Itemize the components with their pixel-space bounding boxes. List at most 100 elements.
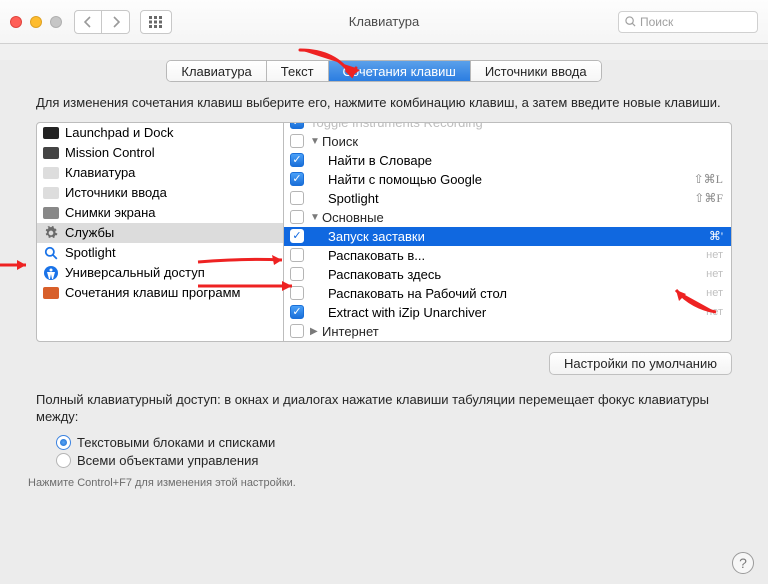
category-keyboard[interactable]: Клавиатура	[37, 163, 283, 183]
service-item[interactable]: Найти с помощью Google ⇧⌘L	[284, 170, 731, 189]
search-icon	[625, 16, 636, 27]
tab-1[interactable]: Текст	[267, 61, 329, 81]
service-item[interactable]: Распаковать на Рабочий столнет	[284, 284, 731, 303]
category-label: Источники ввода	[65, 185, 167, 200]
radio-label: Текстовыми блоками и списками	[77, 435, 275, 450]
search-field[interactable]: Поиск	[618, 11, 758, 33]
gear-icon	[43, 225, 59, 241]
service-checkbox[interactable]	[290, 229, 304, 243]
category-label: Клавиатура	[65, 165, 135, 180]
category-spotlight[interactable]: Spotlight	[37, 243, 283, 263]
service-checkbox[interactable]	[290, 248, 304, 262]
shortcut-label[interactable]: ⇧⌘L	[694, 172, 723, 187]
shortcut-label[interactable]: ⇧⌘F	[694, 191, 723, 206]
service-item[interactable]: Найти в Словаре	[284, 151, 731, 170]
category-app[interactable]: Сочетания клавиш программ	[37, 283, 283, 303]
shortcut-none[interactable]: нет	[706, 249, 723, 261]
service-checkbox[interactable]	[290, 267, 304, 281]
back-button[interactable]	[74, 10, 102, 34]
instructions-label: Для изменения сочетания клавиш выберите …	[0, 94, 768, 122]
shortcut-none[interactable]: нет	[706, 287, 723, 299]
chevron-right-icon	[112, 16, 120, 28]
minimize-window-button[interactable]	[30, 16, 42, 28]
shortcut-none[interactable]: нет	[706, 306, 723, 318]
service-item[interactable]: Spotlight ⇧⌘F	[284, 189, 731, 208]
category-label: Spotlight	[65, 245, 116, 260]
service-item[interactable]: Распаковать здесь нет	[284, 265, 731, 284]
service-checkbox[interactable]	[290, 122, 304, 130]
radio-button[interactable]	[56, 453, 71, 468]
disclosure-triangle-icon[interactable]: ▼	[310, 212, 320, 223]
category-label: Снимки экрана	[65, 205, 156, 220]
radio-button[interactable]	[56, 435, 71, 450]
category-label: Службы	[65, 225, 114, 240]
full-keyboard-access-label: Полный клавиатурный доступ: в окнах и ди…	[0, 375, 768, 432]
service-label: Extract with iZip Unarchiver	[310, 305, 486, 320]
restore-defaults-button[interactable]: Настройки по умолчанию	[549, 352, 732, 375]
category-list[interactable]: Launchpad и Dock Mission Control Клавиатур…	[36, 122, 284, 342]
service-checkbox[interactable]	[290, 191, 304, 205]
service-group[interactable]: ▼Основные	[284, 208, 731, 227]
service-item[interactable]: Extract with iZip Unarchiver нет	[284, 303, 731, 322]
radio-option-1[interactable]: Всеми объектами управления	[56, 453, 712, 468]
category-launchpad[interactable]: Launchpad и Dock	[37, 123, 283, 143]
category-label: Mission Control	[65, 145, 155, 160]
category-mission[interactable]: Mission Control	[37, 143, 283, 163]
service-label: Toggle Instruments Recording	[310, 122, 483, 130]
grid-icon	[149, 16, 163, 28]
input-icon	[43, 185, 59, 201]
tab-bar: КлавиатураТекстСочетания клавишИсточники…	[0, 60, 768, 82]
service-item[interactable]: Распаковать в... нет	[284, 246, 731, 265]
category-accessibility[interactable]: Универсальный доступ	[37, 263, 283, 283]
radio-label: Всеми объектами управления	[77, 453, 258, 468]
category-input[interactable]: Источники ввода	[37, 183, 283, 203]
service-item[interactable]: Toggle Instruments Recording	[284, 122, 731, 132]
shortcut-none[interactable]: нет	[706, 268, 723, 280]
keyboard-icon	[43, 165, 59, 181]
tab-2[interactable]: Сочетания клавиш	[329, 61, 471, 81]
service-checkbox[interactable]	[290, 324, 304, 338]
service-group[interactable]: ▼Поиск	[284, 132, 731, 151]
service-checkbox[interactable]	[290, 134, 304, 148]
service-item[interactable]: Запуск заставки ⌘'	[284, 227, 731, 246]
chevron-left-icon	[84, 16, 92, 28]
service-label: Найти в Словаре	[310, 153, 432, 168]
accessibility-icon	[43, 265, 59, 281]
tab-0[interactable]: Клавиатура	[167, 61, 266, 81]
tab-3[interactable]: Источники ввода	[471, 61, 601, 81]
services-list[interactable]: Toggle Instruments Recording ▼Поиск Найти …	[284, 122, 732, 342]
mission-icon	[43, 145, 59, 161]
zoom-window-button	[50, 16, 62, 28]
forward-button[interactable]	[102, 10, 130, 34]
category-label: Launchpad и Dock	[65, 125, 173, 140]
disclosure-triangle-icon[interactable]: ▼	[310, 136, 320, 147]
disclosure-triangle-icon[interactable]: ▶	[310, 326, 320, 337]
service-label: Spotlight	[310, 191, 379, 206]
keyboard-access-radio-group: Текстовыми блоками и списками Всеми объек…	[0, 435, 768, 468]
help-button[interactable]: ?	[732, 552, 754, 574]
shortcut-label[interactable]: ⌘'	[709, 229, 723, 244]
traffic-lights	[10, 16, 62, 28]
service-checkbox[interactable]	[290, 172, 304, 186]
service-checkbox[interactable]	[290, 210, 304, 224]
window-toolbar: Клавиатура Поиск	[0, 0, 768, 44]
service-checkbox[interactable]	[290, 305, 304, 319]
radio-option-0[interactable]: Текстовыми блоками и списками	[56, 435, 712, 450]
service-label: Запуск заставки	[310, 229, 425, 244]
service-group[interactable]: ▶Интернет	[284, 322, 731, 341]
control-f7-hint: Нажмите Control+F7 для изменения этой на…	[0, 471, 768, 495]
service-label: Распаковать в...	[310, 248, 425, 263]
service-checkbox[interactable]	[290, 286, 304, 300]
category-label: Сочетания клавиш программ	[65, 285, 240, 300]
service-label: Найти с помощью Google	[310, 172, 482, 187]
close-window-button[interactable]	[10, 16, 22, 28]
service-label: Интернет	[322, 324, 379, 339]
category-gear[interactable]: Службы	[37, 223, 283, 243]
category-label: Универсальный доступ	[65, 265, 205, 280]
split-panes: Launchpad и Dock Mission Control Клавиатур…	[0, 122, 768, 342]
launchpad-icon	[43, 125, 59, 141]
service-label: Распаковать здесь	[310, 267, 441, 282]
service-checkbox[interactable]	[290, 153, 304, 167]
show-all-prefs-button[interactable]	[140, 10, 172, 34]
category-screenshot[interactable]: Снимки экрана	[37, 203, 283, 223]
